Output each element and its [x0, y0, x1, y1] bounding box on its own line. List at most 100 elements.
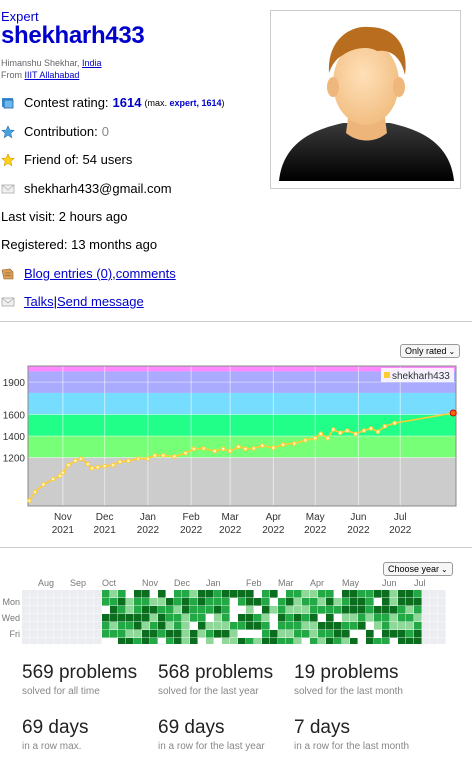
heatmap-cell[interactable]	[38, 598, 46, 606]
heatmap-cell[interactable]	[286, 598, 294, 606]
heatmap-cell[interactable]	[190, 614, 198, 622]
heatmap-cell[interactable]	[86, 590, 94, 598]
send-message-link[interactable]: Send message	[57, 294, 144, 309]
heatmap-cell[interactable]	[358, 606, 366, 614]
heatmap-cell[interactable]	[366, 590, 374, 598]
heatmap-cell[interactable]	[230, 606, 238, 614]
heatmap-cell[interactable]	[46, 606, 54, 614]
heatmap-cell[interactable]	[86, 614, 94, 622]
heatmap-cell[interactable]	[422, 638, 430, 644]
heatmap-cell[interactable]	[406, 590, 414, 598]
heatmap-cell[interactable]	[286, 638, 294, 644]
heatmap-cell[interactable]	[110, 598, 118, 606]
heatmap-cell[interactable]	[342, 622, 350, 630]
heatmap-cell[interactable]	[230, 622, 238, 630]
heatmap-cell[interactable]	[46, 598, 54, 606]
heatmap-cell[interactable]	[246, 638, 254, 644]
heatmap-cell[interactable]	[158, 614, 166, 622]
heatmap-cell[interactable]	[166, 630, 174, 638]
heatmap-cell[interactable]	[134, 590, 142, 598]
heatmap-cell[interactable]	[286, 614, 294, 622]
heatmap-cell[interactable]	[174, 606, 182, 614]
heatmap-cell[interactable]	[22, 614, 30, 622]
heatmap-cell[interactable]	[222, 606, 230, 614]
heatmap-cell[interactable]	[214, 630, 222, 638]
heatmap-cell[interactable]	[78, 606, 86, 614]
heatmap-cell[interactable]	[214, 638, 222, 644]
heatmap-cell[interactable]	[94, 630, 102, 638]
heatmap-cell[interactable]	[238, 606, 246, 614]
heatmap-cell[interactable]	[94, 590, 102, 598]
heatmap-cell[interactable]	[262, 630, 270, 638]
heatmap-cell[interactable]	[22, 590, 30, 598]
heatmap-cell[interactable]	[262, 638, 270, 644]
heatmap-cell[interactable]	[70, 590, 78, 598]
heatmap-cell[interactable]	[38, 622, 46, 630]
heatmap-cell[interactable]	[134, 598, 142, 606]
heatmap-cell[interactable]	[438, 606, 446, 614]
heatmap-cell[interactable]	[174, 614, 182, 622]
heatmap-cell[interactable]	[22, 638, 30, 644]
heatmap-cell[interactable]	[78, 598, 86, 606]
heatmap-cell[interactable]	[382, 606, 390, 614]
heatmap-cell[interactable]	[110, 630, 118, 638]
heatmap-cell[interactable]	[238, 590, 246, 598]
heatmap-cell[interactable]	[150, 638, 158, 644]
heatmap-cell[interactable]	[358, 590, 366, 598]
heatmap-cell[interactable]	[278, 606, 286, 614]
heatmap-cell[interactable]	[246, 606, 254, 614]
heatmap-cell[interactable]	[422, 622, 430, 630]
heatmap-cell[interactable]	[22, 630, 30, 638]
heatmap-cell[interactable]	[374, 590, 382, 598]
heatmap-cell[interactable]	[318, 614, 326, 622]
heatmap-cell[interactable]	[374, 622, 382, 630]
heatmap-cell[interactable]	[254, 622, 262, 630]
rating-point[interactable]	[353, 431, 358, 437]
heatmap-cell[interactable]	[54, 614, 62, 622]
heatmap-cell[interactable]	[278, 590, 286, 598]
rating-point[interactable]	[392, 420, 397, 426]
rating-point[interactable]	[60, 470, 66, 475]
heatmap-cell[interactable]	[222, 614, 230, 622]
heatmap-cell[interactable]	[406, 630, 414, 638]
heatmap-cell[interactable]	[430, 606, 438, 614]
heatmap-cell[interactable]	[390, 598, 398, 606]
heatmap-cell[interactable]	[126, 606, 134, 614]
heatmap-cell[interactable]	[430, 622, 438, 630]
heatmap-cell[interactable]	[214, 590, 222, 598]
rating-point[interactable]	[280, 442, 286, 447]
heatmap-cell[interactable]	[342, 606, 350, 614]
organization-link[interactable]: IIIT Allahabad	[25, 70, 80, 80]
heatmap-cell[interactable]	[102, 598, 110, 606]
heatmap-cell[interactable]	[430, 614, 438, 622]
heatmap-cell[interactable]	[182, 590, 190, 598]
heatmap-cell[interactable]	[142, 638, 150, 644]
heatmap-cell[interactable]	[430, 598, 438, 606]
rating-point[interactable]	[251, 446, 257, 451]
heatmap-cell[interactable]	[230, 614, 238, 622]
heatmap-cell[interactable]	[182, 638, 190, 644]
heatmap-cell[interactable]	[310, 590, 318, 598]
rating-point[interactable]	[27, 498, 32, 503]
heatmap-cell[interactable]	[310, 622, 318, 630]
heatmap-cell[interactable]	[110, 614, 118, 622]
heatmap-cell[interactable]	[406, 606, 414, 614]
heatmap-cell[interactable]	[262, 590, 270, 598]
rating-point[interactable]	[183, 450, 188, 456]
heatmap-cell[interactable]	[414, 606, 422, 614]
heatmap-cell[interactable]	[206, 630, 214, 638]
heatmap-cell[interactable]	[414, 590, 422, 598]
heatmap-cell[interactable]	[334, 606, 342, 614]
heatmap-cell[interactable]	[54, 630, 62, 638]
heatmap-cell[interactable]	[382, 614, 390, 622]
heatmap-cell[interactable]	[262, 622, 270, 630]
heatmap-cell[interactable]	[294, 622, 302, 630]
heatmap-cell[interactable]	[302, 606, 310, 614]
rating-point[interactable]	[331, 427, 336, 432]
heatmap-cell[interactable]	[254, 590, 262, 598]
avatar[interactable]	[270, 10, 461, 189]
heatmap-cell[interactable]	[422, 598, 430, 606]
heatmap-cell[interactable]	[214, 622, 222, 630]
heatmap-cell[interactable]	[238, 638, 246, 644]
heatmap-cell[interactable]	[166, 590, 174, 598]
